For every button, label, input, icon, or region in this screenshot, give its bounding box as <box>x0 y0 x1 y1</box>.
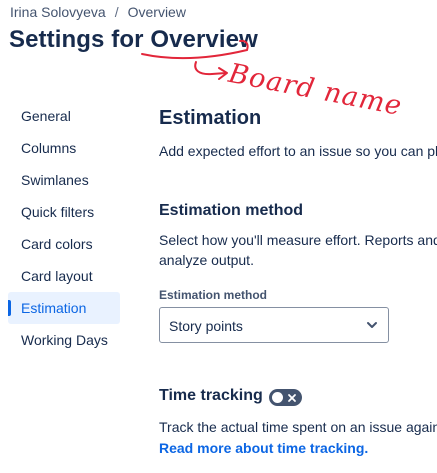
breadcrumb-item-project[interactable]: Irina Solovyeva <box>10 4 106 20</box>
sidebar-item-working-days[interactable]: Working Days <box>8 324 120 356</box>
sidebar-item-card-layout[interactable]: Card layout <box>8 260 120 292</box>
toggle-knob <box>272 392 283 403</box>
estimation-method-description: Select how you'll measure effort. Report… <box>159 230 437 270</box>
sidebar-item-swimlanes[interactable]: Swimlanes <box>8 164 120 196</box>
time-tracking-heading: Time tracking <box>159 387 263 404</box>
sidebar-item-card-colors[interactable]: Card colors <box>8 228 120 260</box>
breadcrumb-separator: / <box>114 4 119 20</box>
main-content: Estimation Add expected effort to an iss… <box>159 0 437 473</box>
time-tracking-link[interactable]: Read more about time tracking. <box>159 440 368 456</box>
section-heading: Estimation <box>159 107 262 129</box>
estimation-method-description-line1: Select how you'll measure effort. Report… <box>159 232 437 248</box>
page-title-prefix: Settings for <box>9 26 151 53</box>
time-tracking-description: Track the actual time spent on an issue … <box>159 419 437 435</box>
estimation-method-heading: Estimation method <box>159 202 304 219</box>
time-tracking-toggle[interactable] <box>269 389 302 406</box>
settings-sidebar: General Columns Swimlanes Quick filters … <box>8 100 120 356</box>
estimation-method-field-label: Estimation method <box>159 288 268 302</box>
settings-page: Irina Solovyeva / Overview Settings for Ov… <box>0 0 437 473</box>
sidebar-item-estimation[interactable]: Estimation <box>8 292 120 324</box>
estimation-method-description-line2: analyze output. <box>159 252 254 268</box>
sidebar-item-columns[interactable]: Columns <box>8 132 120 164</box>
estimation-method-selected-value: Story points <box>169 318 243 334</box>
estimation-method-select[interactable]: Story points <box>159 307 389 343</box>
chevron-down-icon <box>367 322 377 328</box>
section-description: Add expected effort to an issue so you c… <box>159 143 437 159</box>
sidebar-item-general[interactable]: General <box>8 100 120 132</box>
sidebar-item-quick-filters[interactable]: Quick filters <box>8 196 120 228</box>
close-icon <box>288 394 296 402</box>
